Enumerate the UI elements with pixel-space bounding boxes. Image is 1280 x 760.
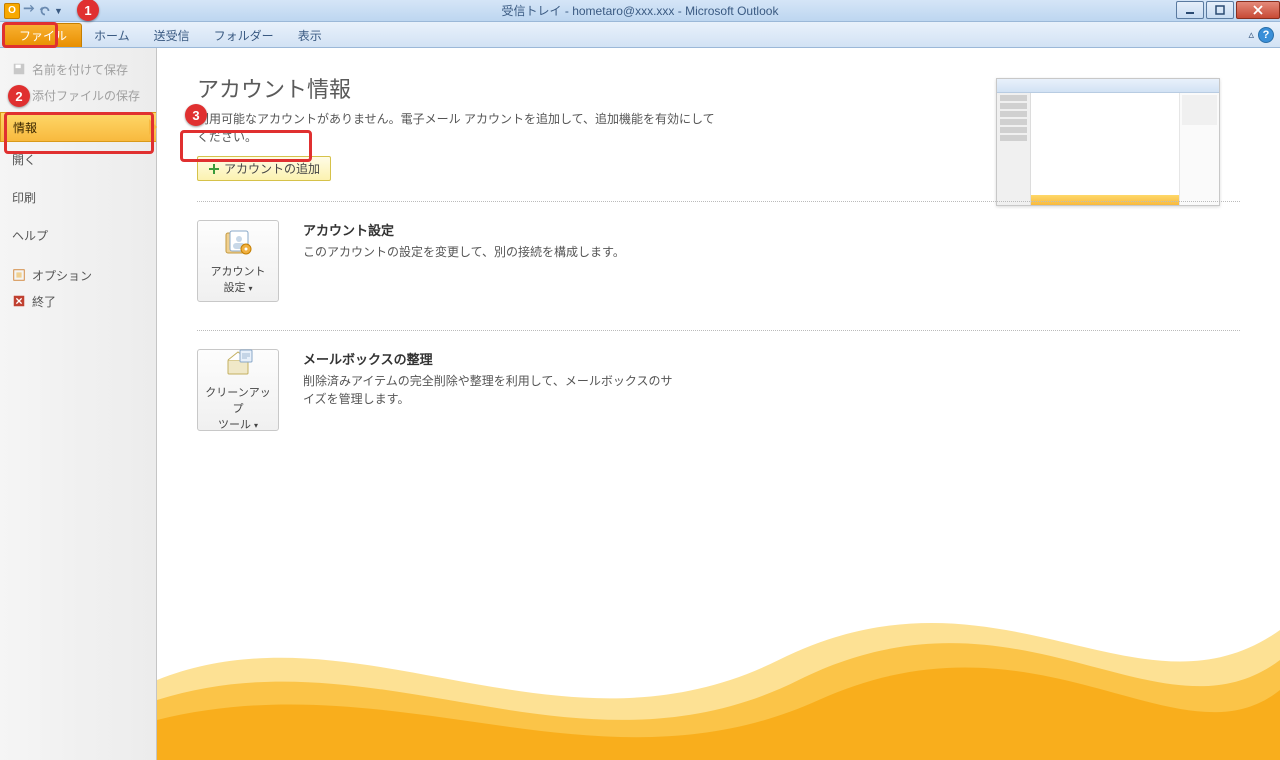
- annotation-callout-2: 2: [8, 85, 30, 107]
- window-controls: [1174, 1, 1280, 21]
- sidebar-info-label: 情報: [13, 119, 37, 136]
- sidebar-help[interactable]: ヘルプ: [0, 222, 156, 248]
- maximize-button[interactable]: [1206, 1, 1234, 19]
- cleanup-btn-line1: クリーンアップ: [205, 387, 270, 415]
- sidebar-print-label: 印刷: [12, 189, 36, 206]
- ribbon-tab-row: ファイル ホーム 送受信 フォルダー 表示 ▵ ?: [0, 22, 1280, 48]
- account-info-description: 利用可能なアカウントがありません。電子メール アカウントを追加して、追加機能を有…: [197, 110, 717, 146]
- options-icon: [12, 268, 26, 282]
- cleanup-btn-line2: ツール: [218, 419, 251, 431]
- tab-folder[interactable]: フォルダー: [202, 23, 286, 47]
- backstage-view: 名前を付けて保存 添付ファイルの保存 情報 開く 印刷 ヘルプ オプション 終了…: [0, 48, 1280, 760]
- minimize-button[interactable]: [1176, 1, 1204, 19]
- plus-icon: [208, 163, 220, 175]
- save-as-icon: [12, 62, 26, 76]
- sidebar-options-label: オプション: [32, 267, 92, 284]
- sidebar-exit-label: 終了: [32, 293, 56, 310]
- backstage-content: アカウント情報 利用可能なアカウントがありません。電子メール アカウントを追加し…: [157, 48, 1280, 760]
- sidebar-save-as-label: 名前を付けて保存: [32, 61, 128, 78]
- tab-file[interactable]: ファイル: [4, 23, 82, 47]
- dropdown-arrow-icon: ▾: [249, 284, 253, 293]
- account-settings-btn-line2: 設定: [223, 282, 245, 294]
- cleanup-title: メールボックスの整理: [303, 349, 683, 368]
- sidebar-print[interactable]: 印刷: [0, 184, 156, 210]
- tab-view[interactable]: 表示: [286, 23, 334, 47]
- cleanup-body: 削除済みアイテムの完全削除や整理を利用して、メールボックスのサイズを管理します。: [303, 372, 683, 408]
- sidebar-save-as: 名前を付けて保存: [0, 56, 156, 82]
- qat-send-receive-icon[interactable]: [22, 4, 36, 18]
- window-title: 受信トレイ - hometaro@xxx.xxx - Microsoft Out…: [502, 2, 779, 19]
- sidebar-open-label: 開く: [12, 151, 36, 168]
- annotation-callout-1: 1: [77, 0, 99, 21]
- account-settings-section: アカウント設定 ▾ アカウント設定 このアカウントの設定を変更して、別の接続を構…: [197, 201, 1240, 324]
- cleanup-section: クリーンアップツール ▾ メールボックスの整理 削除済みアイテムの完全削除や整理…: [197, 330, 1240, 453]
- account-settings-button[interactable]: アカウント設定 ▾: [197, 220, 279, 302]
- title-bar: O ▼ 受信トレイ - hometaro@xxx.xxx - Microsoft…: [0, 0, 1280, 22]
- quick-access-toolbar: O ▼: [0, 3, 67, 19]
- backstage-sidebar: 名前を付けて保存 添付ファイルの保存 情報 開く 印刷 ヘルプ オプション 終了: [0, 48, 157, 760]
- account-info-heading: アカウント情報: [197, 72, 1240, 104]
- sidebar-info[interactable]: 情報: [0, 112, 156, 142]
- minimize-ribbon-icon[interactable]: ▵: [1248, 28, 1254, 41]
- cleanup-icon: [222, 348, 254, 380]
- qat-undo-icon[interactable]: [38, 4, 52, 18]
- sidebar-open[interactable]: 開く: [0, 146, 156, 172]
- account-settings-body: このアカウントの設定を変更して、別の接続を構成します。: [303, 243, 625, 261]
- help-button[interactable]: ?: [1258, 27, 1274, 43]
- tab-send-receive[interactable]: 送受信: [142, 23, 202, 47]
- sidebar-help-label: ヘルプ: [12, 227, 48, 244]
- sidebar-save-attachments-label: 添付ファイルの保存: [32, 87, 140, 104]
- sidebar-options[interactable]: オプション: [0, 262, 156, 288]
- decorative-wave: [157, 540, 1280, 760]
- qat-dropdown-icon[interactable]: ▼: [54, 6, 63, 16]
- close-button[interactable]: [1236, 1, 1280, 19]
- add-account-button[interactable]: アカウントの追加: [197, 156, 331, 181]
- tab-home[interactable]: ホーム: [82, 23, 142, 47]
- exit-icon: [12, 294, 26, 308]
- account-settings-icon: [222, 227, 254, 259]
- outlook-app-icon: O: [4, 3, 20, 19]
- cleanup-tools-button[interactable]: クリーンアップツール ▾: [197, 349, 279, 431]
- account-settings-title: アカウント設定: [303, 220, 625, 239]
- sidebar-exit[interactable]: 終了: [0, 288, 156, 314]
- add-account-button-label: アカウントの追加: [224, 160, 320, 177]
- annotation-callout-3: 3: [185, 104, 207, 126]
- account-settings-btn-line1: アカウント: [211, 266, 266, 278]
- dropdown-arrow-icon: ▾: [254, 421, 258, 430]
